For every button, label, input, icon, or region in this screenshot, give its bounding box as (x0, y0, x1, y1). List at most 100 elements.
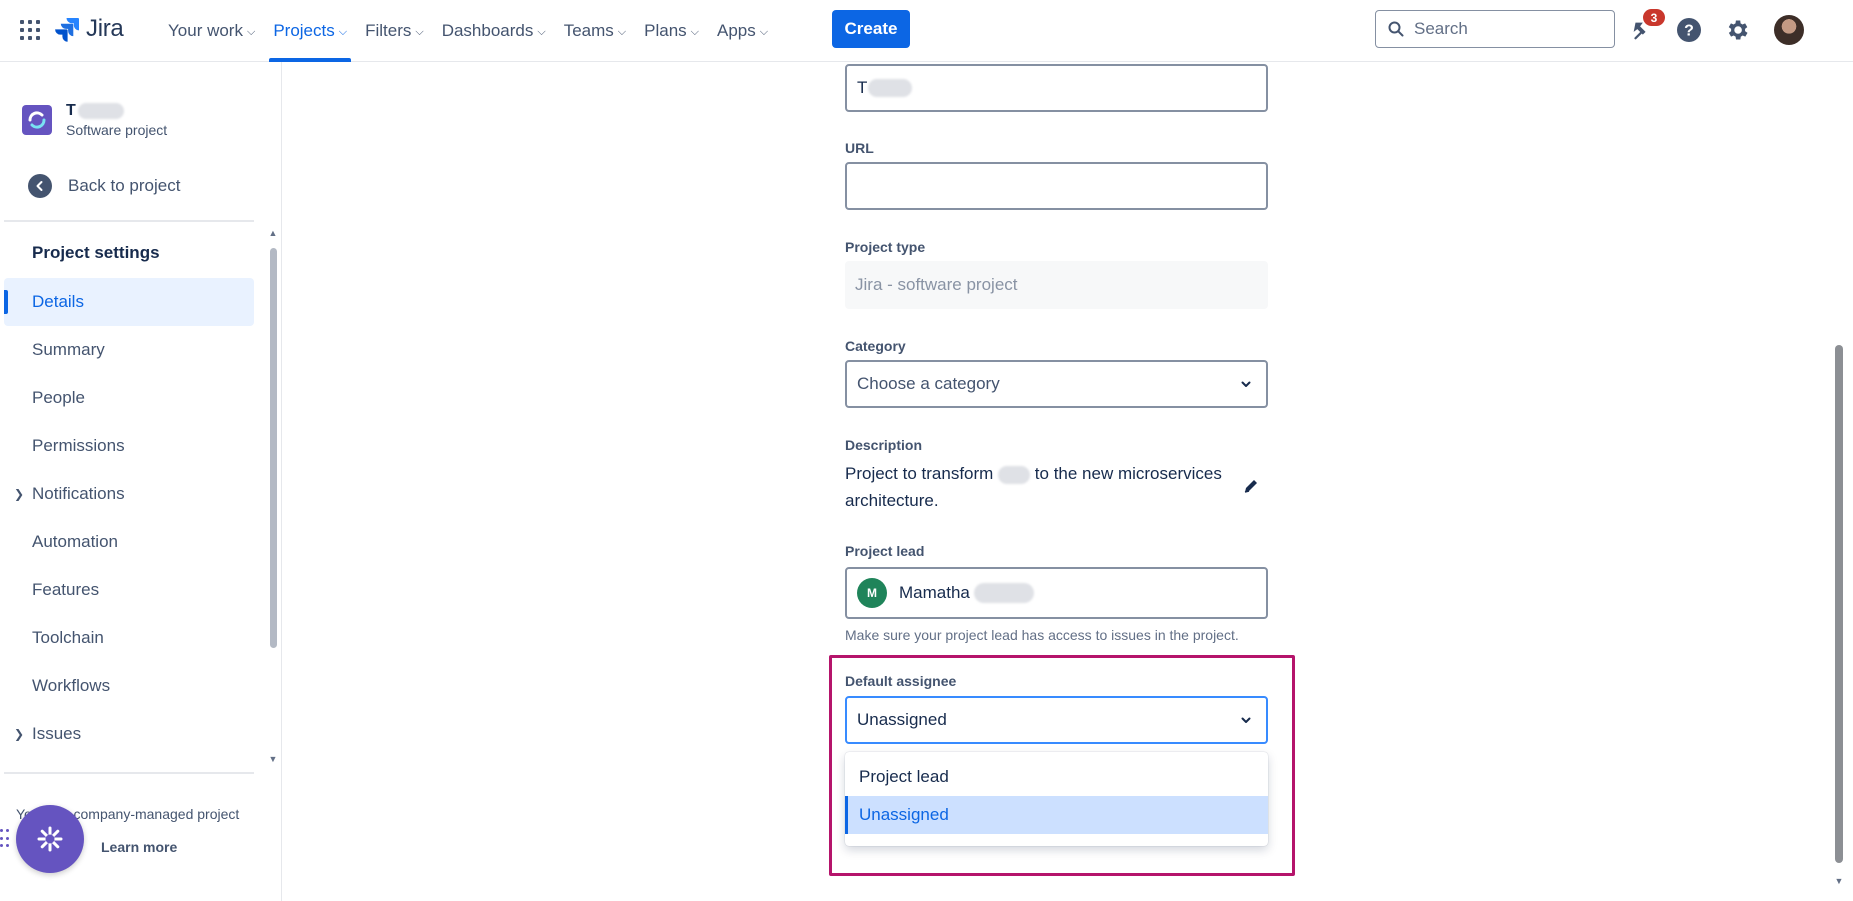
chevron-down-icon: ⌵ (759, 25, 769, 38)
drag-handle-icon[interactable] (0, 829, 12, 849)
back-to-project-link[interactable]: Back to project (28, 174, 180, 198)
project-avatar-icon (22, 105, 52, 135)
nav-plans-label: Plans (644, 21, 687, 40)
chevron-down-icon: ⌵ (338, 25, 348, 38)
nav-dashboards-label: Dashboards (441, 21, 534, 40)
nav-projects[interactable]: Projects ⌵ (265, 0, 355, 62)
chevron-right-icon[interactable]: ❯ (14, 727, 24, 741)
default-assignee-value: Unassigned (857, 710, 947, 729)
sidebar-item-automation[interactable]: Automation (4, 518, 254, 566)
app-switcher-icon[interactable] (20, 20, 40, 40)
option-label: Project lead (859, 767, 949, 786)
default-assignee-select[interactable]: Unassigned (845, 696, 1268, 744)
project-type-label: Software project (66, 122, 168, 138)
project-name-value: T (857, 78, 868, 97)
sidebar-item-label: Issues (32, 724, 82, 743)
sidebar-item-workflows[interactable]: Workflows (4, 662, 254, 710)
sidebar-item-label: Features (32, 580, 100, 599)
jira-logo[interactable]: Jira (54, 14, 124, 44)
category-placeholder: Choose a category (857, 374, 1000, 393)
search-input[interactable] (1414, 19, 1604, 39)
assistant-button[interactable] (16, 805, 84, 873)
nav-your-work[interactable]: Your work ⌵ (160, 0, 263, 62)
description-part1: Project to transform (845, 464, 994, 483)
top-navigation-bar: Jira Your work ⌵ Projects ⌵ Filters ⌵ Dashb… (0, 0, 1853, 62)
sidebar-scrollbar-thumb[interactable] (270, 248, 277, 648)
nav-filters[interactable]: Filters ⌵ (357, 0, 432, 62)
redacted-text (973, 583, 1034, 603)
project-type-label: Project type (845, 239, 926, 255)
sidebar-item-people[interactable]: People (4, 374, 254, 422)
chevron-down-icon: ⌵ (415, 25, 424, 38)
sidebar-item-toolchain[interactable]: Toolchain (4, 614, 254, 662)
arrow-left-icon (28, 174, 52, 198)
project-header[interactable]: T Software project (22, 102, 167, 138)
footer-suffix: a company-managed project (61, 806, 240, 822)
category-select[interactable]: Choose a category (845, 360, 1268, 408)
sidebar-item-details[interactable]: Details (4, 278, 254, 326)
svg-text:?: ? (1684, 23, 1694, 40)
user-avatar[interactable] (1774, 15, 1804, 45)
sidebar-divider (4, 220, 254, 222)
project-name-input[interactable]: T (845, 64, 1268, 112)
sidebar-scroll-up-arrow[interactable]: ▲ (267, 228, 279, 238)
chevron-right-icon[interactable]: ❯ (14, 487, 24, 501)
redacted-text (868, 79, 913, 97)
sidebar-item-label: Notifications (32, 484, 125, 503)
description-label: Description (845, 437, 923, 453)
chevron-down-icon: ⌵ (690, 25, 700, 38)
create-button[interactable]: Create (832, 10, 910, 48)
default-assignee-label: Default assignee (845, 673, 957, 689)
notifications-button[interactable]: 3 (1626, 9, 1665, 45)
sidebar-item-notifications[interactable]: ❯ Notifications (4, 470, 254, 518)
nav-teams[interactable]: Teams ⌵ (556, 0, 634, 62)
page-scroll-down-arrow[interactable]: ▼ (1833, 876, 1845, 886)
primary-nav: Your work ⌵ Projects ⌵ Filters ⌵ Dashboards… (160, 0, 778, 62)
description-text[interactable]: Project to transform to the new microser… (845, 460, 1235, 514)
jira-logo-icon (55, 18, 79, 42)
settings-icon (1728, 20, 1748, 40)
project-lead-avatar: M (857, 578, 887, 608)
chevron-down-icon: ⌵ (617, 25, 627, 38)
project-type-value: Jira - software project (855, 275, 1018, 294)
sidebar-scroll-down-arrow[interactable]: ▼ (267, 754, 279, 764)
notification-count-badge: 3 (1643, 9, 1665, 26)
sidebar-item-label: Details (32, 292, 84, 311)
nav-dashboards[interactable]: Dashboards ⌵ (434, 0, 554, 62)
nav-teams-label: Teams (563, 21, 614, 40)
sidebar-item-label: People (32, 388, 85, 407)
sidebar-item-label: Toolchain (32, 628, 104, 647)
chevron-down-icon: ⌵ (246, 25, 256, 38)
project-name: T (66, 102, 167, 120)
sidebar-item-features[interactable]: Features (4, 566, 254, 614)
sidebar-item-issues[interactable]: ❯ Issues (4, 710, 254, 758)
project-sidebar: T Software project Back to project Proje… (0, 62, 282, 901)
project-lead-picker[interactable]: M Mamatha (845, 567, 1268, 619)
page-scrollbar-thumb[interactable] (1835, 345, 1843, 863)
project-name-text: T (66, 102, 76, 119)
settings-button[interactable] (1722, 15, 1752, 45)
search-box[interactable] (1375, 10, 1615, 48)
help-button[interactable]: ? (1674, 15, 1704, 45)
option-project-lead[interactable]: Project lead (845, 758, 1268, 796)
jira-logo-text: Jira (86, 15, 124, 42)
project-lead-helper-text: Make sure your project lead has access t… (845, 627, 1239, 643)
sidebar-divider (4, 772, 254, 774)
lead-initials: M (867, 586, 877, 600)
sidebar-item-permissions[interactable]: Permissions (4, 422, 254, 470)
learn-more-link[interactable]: Learn more (101, 839, 177, 855)
sidebar-item-label: Workflows (32, 676, 111, 695)
nav-your-work-label: Your work (168, 21, 243, 40)
option-unassigned[interactable]: Unassigned (845, 796, 1268, 834)
nav-apps[interactable]: Apps ⌵ (709, 0, 776, 62)
search-icon (1388, 21, 1404, 37)
chevron-down-icon: ⌵ (537, 25, 546, 38)
url-input[interactable] (845, 162, 1268, 210)
back-to-project-label: Back to project (68, 176, 181, 195)
edit-pencil-icon[interactable] (1242, 477, 1260, 495)
project-lead-name: Mamatha (899, 583, 970, 602)
nav-plans[interactable]: Plans ⌵ (636, 0, 707, 62)
sidebar-item-label: Automation (32, 532, 118, 551)
sidebar-item-summary[interactable]: Summary (4, 326, 254, 374)
chevron-down-icon (1241, 717, 1251, 723)
